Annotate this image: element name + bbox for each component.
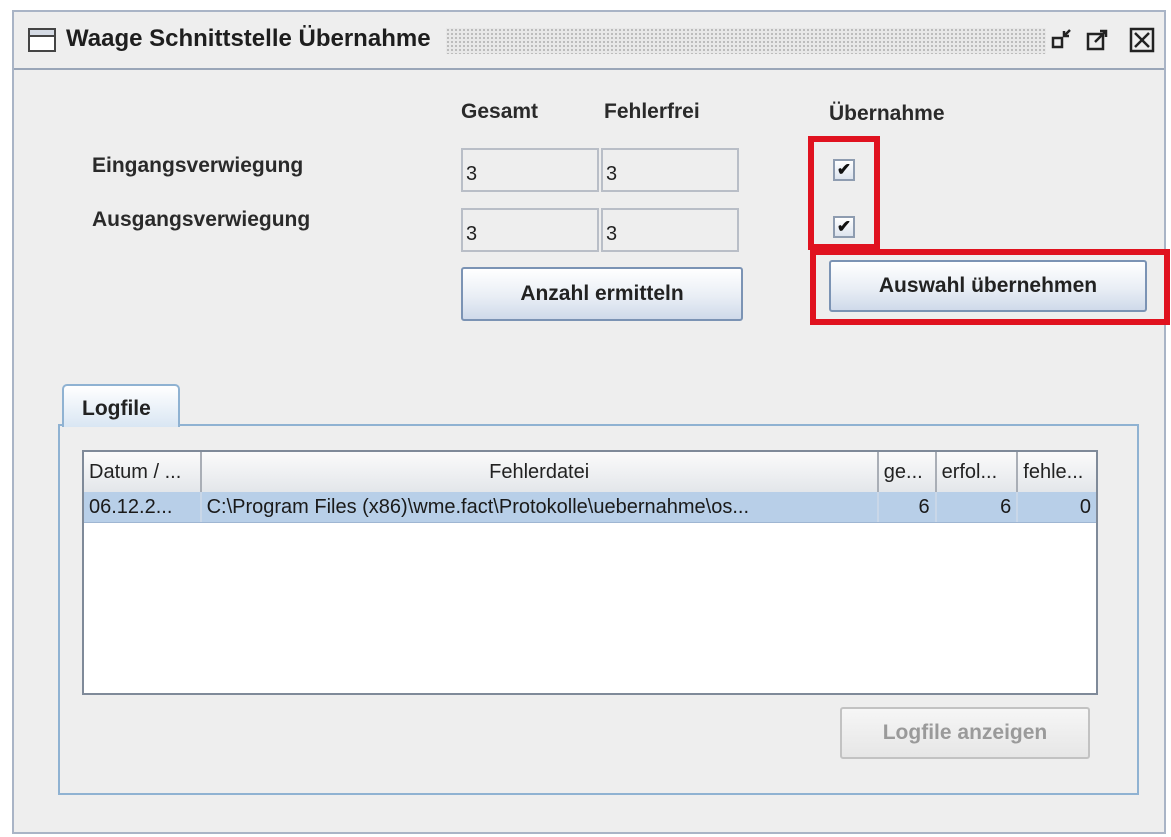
eingang-fehlerfrei-field[interactable]: 3 bbox=[601, 148, 739, 192]
highlight-auswahl-button bbox=[810, 249, 1170, 325]
window: Waage Schnittstelle Übernahme Gesamt Feh… bbox=[12, 10, 1170, 834]
window-icon bbox=[28, 28, 56, 52]
column-header-fehlerdatei[interactable]: Fehlerdatei bbox=[202, 452, 879, 492]
column-header-fehlerhaft[interactable]: fehle... bbox=[1018, 452, 1096, 492]
minimize-icon[interactable] bbox=[1048, 26, 1076, 54]
window-title: Waage Schnittstelle Übernahme bbox=[66, 25, 431, 52]
header-fehlerfrei: Fehlerfrei bbox=[604, 100, 700, 123]
label-eingangsverwiegung: Eingangsverwiegung bbox=[92, 154, 304, 177]
highlight-checkboxes bbox=[808, 136, 880, 250]
column-header-gesamt[interactable]: ge... bbox=[879, 452, 937, 492]
cell-fehlerdatei: C:\Program Files (x86)\wme.fact\Protokol… bbox=[202, 492, 879, 522]
cell-fehlerhaft: 0 bbox=[1079, 495, 1091, 518]
column-header-erfolgreich[interactable]: erfol... bbox=[937, 452, 1019, 492]
label-ausgangsverwiegung: Ausgangsverwiegung bbox=[92, 208, 311, 231]
eingang-gesamt-field[interactable]: 3 bbox=[461, 148, 599, 192]
log-table[interactable]: Datum / ... Fehlerdatei ge... erfol... f… bbox=[82, 450, 1098, 695]
tab-logfile[interactable]: Logfile bbox=[62, 384, 180, 427]
log-table-header: Datum / ... Fehlerdatei ge... erfol... f… bbox=[84, 452, 1096, 494]
ausgang-fehlerfrei-field[interactable]: 3 bbox=[601, 208, 739, 252]
logfile-anzeigen-button[interactable]: Logfile anzeigen bbox=[840, 707, 1090, 759]
cell-erfolgreich: 6 bbox=[937, 492, 1019, 522]
cell-gesamt: 6 bbox=[879, 492, 937, 522]
header-uebernahme: Übernahme bbox=[829, 102, 945, 125]
title-bar-grip[interactable] bbox=[446, 28, 1046, 54]
maximize-icon[interactable] bbox=[1084, 26, 1112, 54]
cell-datum: 06.12.2... bbox=[84, 492, 202, 522]
anzahl-ermitteln-button[interactable]: Anzahl ermitteln bbox=[461, 267, 743, 321]
column-header-datum[interactable]: Datum / ... bbox=[84, 452, 202, 492]
title-bar[interactable]: Waage Schnittstelle Übernahme bbox=[14, 12, 1164, 70]
ausgang-gesamt-field[interactable]: 3 bbox=[461, 208, 599, 252]
close-icon[interactable] bbox=[1128, 26, 1156, 54]
table-row[interactable]: 06.12.2... C:\Program Files (x86)\wme.fa… bbox=[84, 492, 1096, 523]
header-gesamt: Gesamt bbox=[461, 100, 539, 123]
